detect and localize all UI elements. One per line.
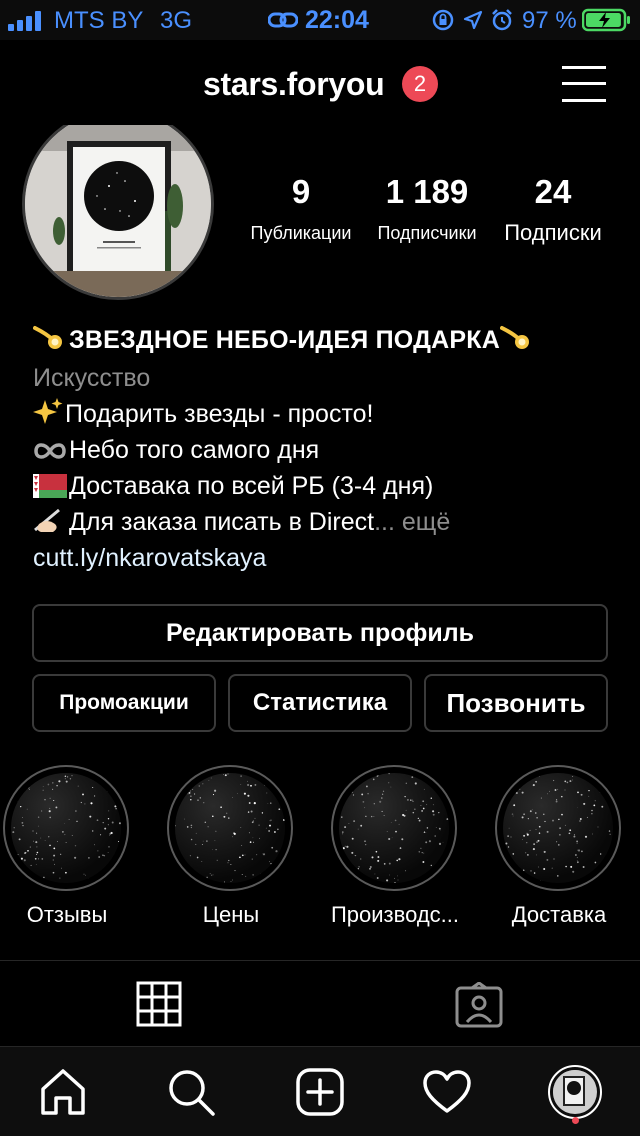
bio-line-text: Небо того самого дня: [69, 436, 320, 464]
comet-icon: [33, 324, 67, 362]
avatar-image: [22, 125, 214, 300]
bio-title: ЗВЕЗДНОЕ НЕБО-ИДЕЯ ПОДАРКА: [33, 322, 536, 362]
highlight-cover: [331, 765, 457, 891]
grid-icon[interactable]: [136, 981, 182, 1027]
highlight-cover: [495, 765, 621, 891]
avatar-thumbnail: [553, 1070, 597, 1114]
battery-icon: [582, 8, 630, 32]
link-icon: [268, 12, 298, 28]
section-divider: [0, 960, 640, 961]
following-count[interactable]: 24 Подписки: [494, 172, 612, 244]
highlight-cover: [167, 765, 293, 891]
menu-icon[interactable]: [562, 66, 606, 102]
new-activity-dot: [572, 1117, 579, 1124]
starfield-image: [11, 773, 121, 883]
username-switcher[interactable]: stars.foryou: [203, 66, 385, 102]
bio-line-text: Для заказа писать в Direct: [69, 508, 375, 536]
sparkles-icon: [33, 398, 63, 436]
starfield-image: [503, 773, 612, 883]
belarus-flag-icon: [33, 472, 67, 508]
activity-heart-icon[interactable]: [422, 1067, 472, 1117]
posts-value: 9: [291, 173, 311, 210]
bio-website-link[interactable]: cutt.ly/nkarovatskaya: [33, 540, 266, 576]
following-label: Подписки: [504, 220, 602, 245]
clock: 22:04: [305, 6, 369, 34]
bio-line: Доставака по всей РБ (3-4 дня): [33, 468, 433, 508]
add-post-icon[interactable]: [295, 1067, 345, 1117]
call-button[interactable]: Позвонить: [424, 674, 608, 732]
insights-button[interactable]: Статистика: [228, 674, 412, 732]
starfield-image: [175, 773, 285, 883]
notification-badge[interactable]: 2: [402, 66, 438, 102]
profile-tab-avatar[interactable]: [548, 1065, 602, 1119]
followers-value: 1 189: [385, 173, 469, 210]
story-highlight[interactable]: Цены: [166, 765, 296, 935]
star-map-poster-image: [25, 125, 211, 297]
tagged-icon[interactable]: [455, 982, 503, 1028]
bottom-navigation: [0, 1046, 640, 1136]
bio-line-text: Доставака по всей РБ (3-4 дня): [69, 472, 434, 500]
search-icon[interactable]: [166, 1067, 216, 1117]
posts-count[interactable]: 9 Публикации: [246, 172, 356, 244]
story-highlight[interactable]: Доставка: [494, 765, 624, 935]
bio-title-text: ЗВЕЗДНОЕ НЕБО-ИДЕЯ ПОДАРКА: [69, 326, 500, 354]
writing-hand-icon: [33, 506, 67, 544]
bio-line: Подарить звезды - просто!: [33, 396, 373, 436]
comet-icon: [499, 324, 534, 362]
network-type: 3G: [160, 7, 193, 34]
home-icon[interactable]: [38, 1067, 88, 1117]
location-icon: [463, 10, 483, 30]
carrier-name: MTS BY: [54, 7, 144, 34]
posts-label: Публикации: [250, 223, 352, 243]
signal-strength-icon: [8, 11, 41, 31]
bio-line: Небо того самого дня: [33, 432, 319, 472]
story-highlight[interactable]: Производс...: [330, 765, 460, 935]
highlight-label: Доставка: [511, 902, 607, 927]
following-value: 24: [534, 173, 572, 210]
bio-more-link[interactable]: ... ещё: [374, 508, 450, 536]
rotation-lock-icon: [432, 9, 454, 31]
bio-line: Для заказа писать в Direct... ещё: [33, 504, 450, 544]
starfield-image: [339, 773, 449, 883]
status-bar: MTS BY 3G 22:04 97 %: [0, 0, 640, 40]
profile-avatar[interactable]: [22, 125, 214, 302]
edit-profile-button[interactable]: Редактировать профиль: [32, 604, 608, 662]
battery-percent: 97 %: [522, 7, 577, 34]
highlight-cover: [3, 765, 129, 891]
followers-label: Подписчики: [377, 223, 477, 243]
promotions-button[interactable]: Промоакции: [32, 674, 216, 732]
alarm-icon: [492, 9, 512, 31]
followers-count[interactable]: 1 189 Подписчики: [370, 172, 484, 244]
bio-category: Искусство: [33, 364, 151, 392]
story-highlight[interactable]: Отзывы: [2, 765, 132, 935]
bio-line-text: Подарить звезды - просто!: [65, 400, 374, 428]
infinity-icon: [33, 436, 67, 472]
